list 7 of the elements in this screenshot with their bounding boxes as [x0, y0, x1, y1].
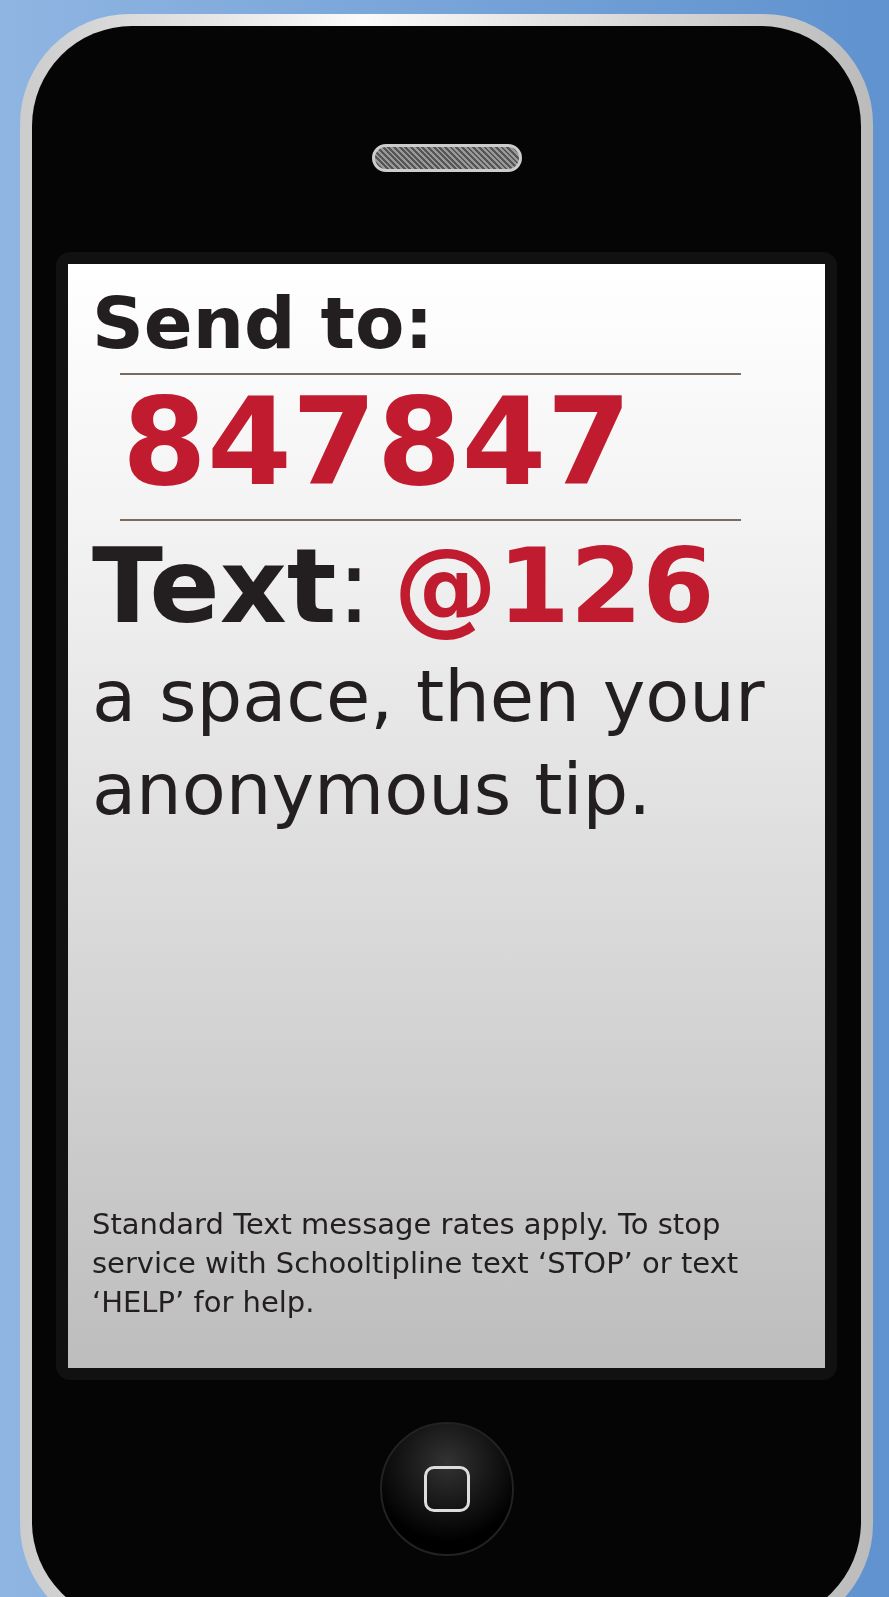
disclaimer-text: Standard Text message rates apply. To stop service with Schooltipline text ‘STOP’ or text ‘HELP’ for help.	[92, 1205, 740, 1321]
keyword-code: @126	[393, 529, 715, 644]
square-icon	[423, 1466, 470, 1512]
phone-number: 847847	[121, 375, 633, 510]
instruction-text: a space, then your anonymous tip.	[92, 652, 766, 834]
text-label: Text:	[92, 529, 372, 644]
send-to-label: Send to:	[92, 284, 435, 364]
